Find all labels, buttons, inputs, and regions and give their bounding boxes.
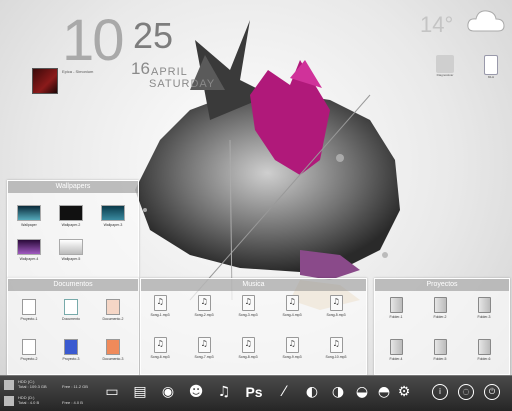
music-file[interactable]: Song-5.mp3 xyxy=(319,295,353,317)
music-file[interactable]: Song-1.mp3 xyxy=(143,295,177,317)
drive-d-total: Total : 4.0 B xyxy=(18,400,40,405)
document-item[interactable]: Documento-3 xyxy=(96,339,130,361)
drive-c-total: Total : 109.3 GB xyxy=(18,384,47,389)
wallpaper-item[interactable]: Wallpaper-4 xyxy=(12,239,46,261)
folder-icon[interactable]: ▤ xyxy=(130,382,150,402)
desktop-icon-label: MLH xyxy=(487,75,495,79)
drive-c-free: Free : 11.2 GB xyxy=(62,384,88,389)
document-item[interactable]: Proyecto-2 xyxy=(12,339,46,361)
weather-temperature: 14° xyxy=(420,12,454,37)
project-folder[interactable]: Folder-6 xyxy=(467,339,501,361)
drive-c-icon xyxy=(4,380,14,390)
document-item[interactable]: Proyecto-1 xyxy=(12,299,46,321)
power-icon[interactable]: ◌ xyxy=(458,384,474,400)
music-file[interactable]: Song-7.mp3 xyxy=(187,337,221,359)
album-art[interactable] xyxy=(32,68,58,94)
info-icon[interactable]: i xyxy=(432,384,448,400)
clock-hour: 10 xyxy=(62,8,124,73)
fence-title: Proyectos xyxy=(375,279,509,291)
project-folder[interactable]: Folder-3 xyxy=(467,297,501,319)
project-folder[interactable]: Folder-1 xyxy=(379,297,413,319)
project-folder[interactable]: Folder-2 xyxy=(423,297,457,319)
app-icon-2[interactable]: ◑ xyxy=(328,382,348,402)
fence-title: Wallpapers xyxy=(8,181,138,193)
file-icon xyxy=(484,55,498,75)
monitor-icon[interactable]: ▭ xyxy=(102,382,122,402)
document-item[interactable]: Proyecto-3 xyxy=(54,339,88,361)
clock-month: APRIL xyxy=(151,66,188,78)
wallpaper-item[interactable]: Wallpaper-5 xyxy=(54,239,88,261)
project-folder[interactable]: Folder-4 xyxy=(379,339,413,361)
document-item[interactable]: Documento-2 xyxy=(96,299,130,321)
music-file[interactable]: Song-3.mp3 xyxy=(231,295,265,317)
drive-c-info: HDD (C:) Total : 109.3 GB xyxy=(18,379,47,389)
wallpaper-item[interactable]: Wallpaper-3 xyxy=(96,205,130,227)
fence-wallpapers[interactable]: Wallpapers Wallpaper Wallpaper-2 Wallpap… xyxy=(7,180,139,278)
clock-weekday: SATURDAY xyxy=(149,78,216,90)
shutdown-icon[interactable]: ⏻ xyxy=(484,384,500,400)
music-file[interactable]: Song-8.mp3 xyxy=(231,337,265,359)
app-icon-4[interactable]: ◓ xyxy=(374,382,394,402)
fence-title: Musica xyxy=(141,279,366,291)
wallpaper-item[interactable]: Wallpaper xyxy=(12,205,46,227)
drive-d-info: HDD (D:) Total : 4.0 B xyxy=(18,395,39,405)
desktop-icon-mlh[interactable]: MLH xyxy=(476,55,506,79)
music-file[interactable]: Song-6.mp3 xyxy=(143,337,177,359)
brush-icon[interactable]: ⁄ xyxy=(274,382,294,402)
track-title: Epica - Simonium xyxy=(62,69,94,74)
photoshop-icon[interactable]: Ps xyxy=(244,382,264,402)
chrome-icon[interactable]: ◉ xyxy=(158,382,178,402)
users-icon[interactable]: ☻ xyxy=(186,382,206,402)
fence-proyectos[interactable]: Proyectos Folder-1 Folder-2 Folder-3 Fol… xyxy=(374,278,510,375)
taskbar: HDD (C:) Total : 109.3 GB Free : 11.2 GB… xyxy=(0,375,512,411)
clock-day: 16 xyxy=(131,59,150,78)
cloud-icon xyxy=(467,10,505,32)
desktop-icon-label: Diagnosticar xyxy=(436,73,454,77)
project-folder[interactable]: Folder-5 xyxy=(423,339,457,361)
desktop-icon-diagnosticar[interactable]: Diagnosticar xyxy=(430,55,460,77)
wallpaper-item[interactable]: Wallpaper-2 xyxy=(54,205,88,227)
fence-title: Documentos xyxy=(8,279,138,291)
drive-d-icon xyxy=(4,396,14,406)
music-file[interactable]: Song-4.mp3 xyxy=(275,295,309,317)
shortcut-icon xyxy=(436,55,454,73)
music-file[interactable]: Song-9.mp3 xyxy=(275,337,309,359)
drive-d-free: Free : 4.0 B xyxy=(62,400,83,405)
fence-musica[interactable]: Musica Song-1.mp3 Song-2.mp3 Song-3.mp3 … xyxy=(140,278,367,375)
app-icon[interactable]: ◐ xyxy=(302,382,322,402)
tool-icon[interactable]: ⚙ xyxy=(394,382,414,402)
app-icon-3[interactable]: ◒ xyxy=(352,382,372,402)
document-item[interactable]: Documento xyxy=(54,299,88,321)
music-file[interactable]: Song-10.mp3 xyxy=(319,337,353,359)
clock-minute: 25 xyxy=(133,15,174,56)
music-icon[interactable]: ♫ xyxy=(214,382,234,402)
fence-documentos[interactable]: Documentos Proyecto-1 Documento Document… xyxy=(7,278,139,375)
music-file[interactable]: Song-2.mp3 xyxy=(187,295,221,317)
